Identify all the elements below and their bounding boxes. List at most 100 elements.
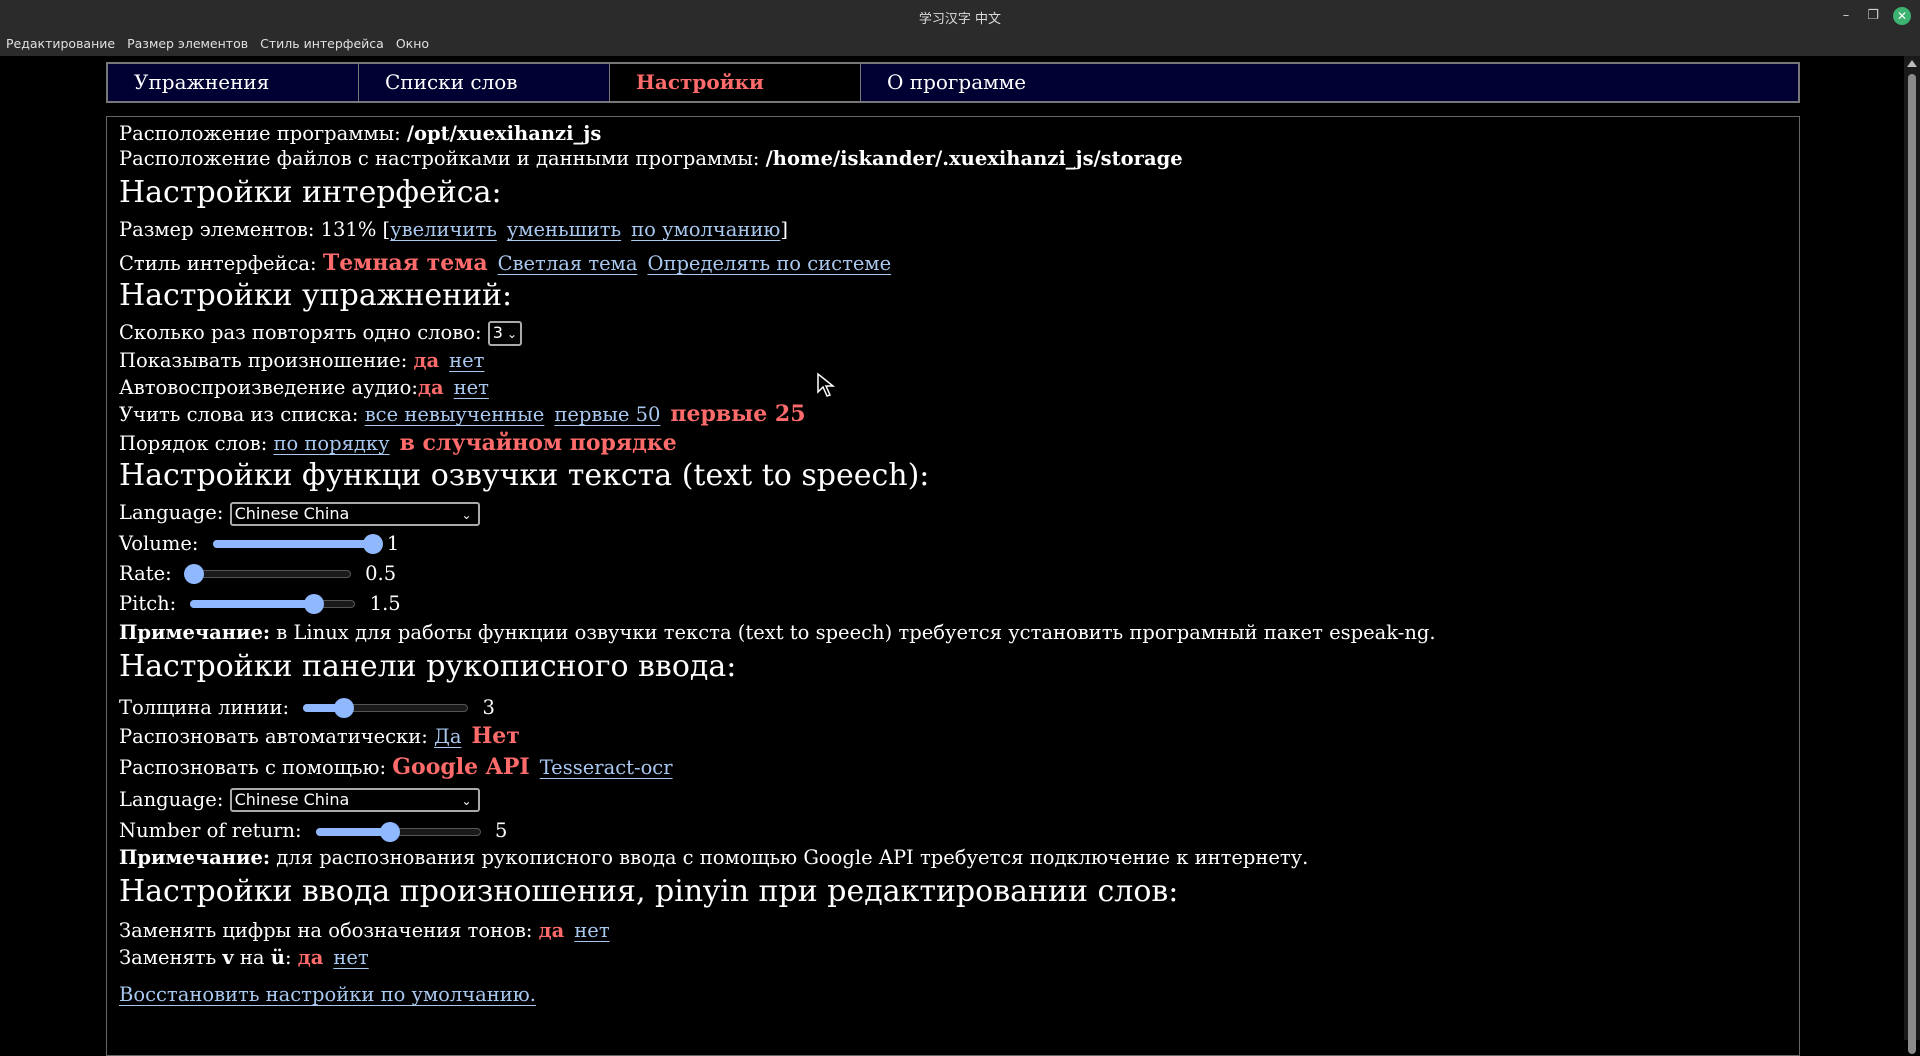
window-titlebar: 学习汉字 中文 – ❐ ✕ [0,0,1920,32]
rate-value: 0.5 [365,561,397,585]
order-sequential-link[interactable]: по порядку [273,432,389,455]
chevron-down-icon: ⌄ [461,507,472,522]
pitch-value: 1.5 [369,591,401,615]
element-size-row: Размер элементов: 131% [увеличить уменьши… [119,217,1779,242]
size-default-link[interactable]: по умолчанию [631,218,780,241]
maximize-icon[interactable]: ❐ [1864,7,1882,25]
engine-tesseract-link[interactable]: Tesseract-ocr [540,756,673,779]
engine-google-selected[interactable]: Google API [392,754,529,780]
pitch-label: Pitch: [119,591,177,615]
rate-row: Rate: 0.5 [119,561,1779,586]
chevron-down-icon: ⌄ [506,327,518,341]
slider-knob[interactable] [304,594,325,614]
word-list-label: Учить слова из списка: [119,403,359,426]
tones-yes-selected[interactable]: да [539,919,565,942]
tts-language-select[interactable]: Chinese China ⌄ [229,501,480,526]
data-path-label: Расположение файлов с настройками и данн… [119,147,760,170]
slider-knob[interactable] [379,821,400,842]
hw-language-select[interactable]: Chinese China ⌄ [229,788,480,812]
tones-no-link[interactable]: нет [574,919,609,942]
menu-bar: Редактирование Размер элементов Стиль инте… [0,32,1920,56]
pronunciation-no-link[interactable]: нет [449,349,484,372]
style-light-link[interactable]: Светлая тема [498,252,638,275]
v-to-u-no-link[interactable]: нет [333,946,368,969]
menu-window[interactable]: Окно [390,32,435,51]
menu-element-size[interactable]: Размер элементов [121,32,254,51]
auto-recognize-row: Распозновать автоматически: Да Нет [119,723,1779,749]
pitch-row: Pitch: 1.5 [119,591,1779,616]
number-of-return-slider[interactable] [315,821,481,842]
handwriting-note: Примечание: для распознования рукописног… [119,845,1779,870]
size-increase-link[interactable]: увеличить [390,218,497,241]
tts-language-row: Language: Chinese China ⌄ [119,500,1779,526]
slider-knob[interactable] [184,564,205,584]
list-50-link[interactable]: первые 50 [554,403,660,426]
v-label-3: : [284,946,292,969]
menu-interface-style[interactable]: Стиль интерфейса [254,32,390,51]
vertical-scrollbar[interactable] [1904,56,1920,1054]
hw-language-label: Language: [119,787,224,811]
data-path-row: Расположение файлов с настройками и данн… [119,146,1779,171]
tab-settings[interactable]: Настройки [610,64,861,101]
word-order-label: Порядок слов: [119,432,268,455]
tts-note: Примечание: в Linux для работы функции о… [119,620,1779,645]
restore-defaults-link[interactable]: Восстановить настройки по умолчанию. [119,983,536,1006]
menu-edit[interactable]: Редактирование [0,32,121,51]
number-of-return-row: Number of return: 5 [119,818,1779,843]
pronunciation-yes-selected[interactable]: да [414,349,440,372]
tts-language-label: Language: [119,501,224,524]
scrollbar-thumb[interactable] [1908,74,1916,1054]
auto-recognize-no-selected[interactable]: Нет [472,723,520,749]
tones-label: Заменять цифры на обозначения тонов: [119,919,533,942]
style-system-link[interactable]: Определять по системе [647,252,891,275]
pitch-slider[interactable] [190,594,356,614]
size-decrease-link[interactable]: уменьшить [507,218,621,241]
close-icon[interactable]: ✕ [1893,7,1911,25]
hw-language-row: Language: Chinese China ⌄ [119,787,1779,812]
list-all-link[interactable]: все невыученные [365,403,545,426]
tones-row: Заменять цифры на обозначения тонов: да н… [119,918,1779,943]
number-of-return-label: Number of return: [119,819,302,842]
minimize-icon[interactable]: – [1837,7,1855,25]
rate-slider[interactable] [184,564,351,584]
repeat-row: Сколько раз повторять одно слово: 3 ⌄ [119,320,1779,346]
v-label-v: v [222,946,234,969]
auto-recognize-yes-link[interactable]: Да [434,725,461,748]
volume-slider[interactable] [212,534,383,554]
data-path-value: /home/iskander/.xuexihanzi_js/storage [765,147,1183,170]
volume-row: Volume: 1 [119,531,1779,556]
tab-exercises[interactable]: Упражнения [108,64,359,101]
style-dark-selected[interactable]: Темная тема [323,250,488,276]
exercises-heading: Настройки упражнений: [119,278,513,313]
autoplay-no-link[interactable]: нет [454,376,489,399]
order-random-selected[interactable]: в случайном порядке [400,430,677,456]
thickness-slider[interactable] [303,698,469,718]
main-tabs: Упражнения Списки слов Настройки О прогр… [106,62,1800,103]
pronunciation-row: Показывать произношение: да нет [119,348,1779,373]
tab-word-lists[interactable]: Списки слов [359,64,610,101]
rate-label: Rate: [119,561,172,585]
tts-note-label: Примечание: [119,620,271,644]
hw-language-value: Chinese China [234,790,350,809]
v-label-u: ü [270,946,285,969]
slider-knob[interactable] [362,534,383,554]
interface-style-row: Стиль интерфейса: Темная тема Светлая тем… [119,251,1779,276]
handwriting-heading: Настройки панели рукописного ввода: [119,648,737,684]
pinyin-heading: Настройки ввода произношения, pinyin при… [119,874,1179,909]
slider-knob[interactable] [334,698,355,718]
scroll-up-icon[interactable] [1907,60,1917,67]
program-path-row: Расположение программы: /opt/xuexihanzi_… [119,121,1779,146]
thickness-value: 3 [482,695,495,719]
recognize-engine-label: Распозновать с помощью: [119,755,387,779]
tab-about[interactable]: О программе [861,64,1798,101]
tts-note-text: в Linux для работы функции озвучки текст… [270,620,1436,644]
list-25-selected[interactable]: первые 25 [670,401,805,427]
mouse-cursor-icon [817,372,836,397]
repeat-select[interactable]: 3 ⌄ [487,321,523,346]
autoplay-label: Автовоспроизведение аудио: [119,376,418,399]
v-to-u-row: Заменять v на ü: да нет [119,945,1779,970]
v-to-u-yes-selected[interactable]: да [298,946,324,969]
autoplay-yes-selected[interactable]: да [418,376,444,399]
volume-value: 1 [386,531,400,555]
repeat-select-value: 3 [492,323,503,342]
